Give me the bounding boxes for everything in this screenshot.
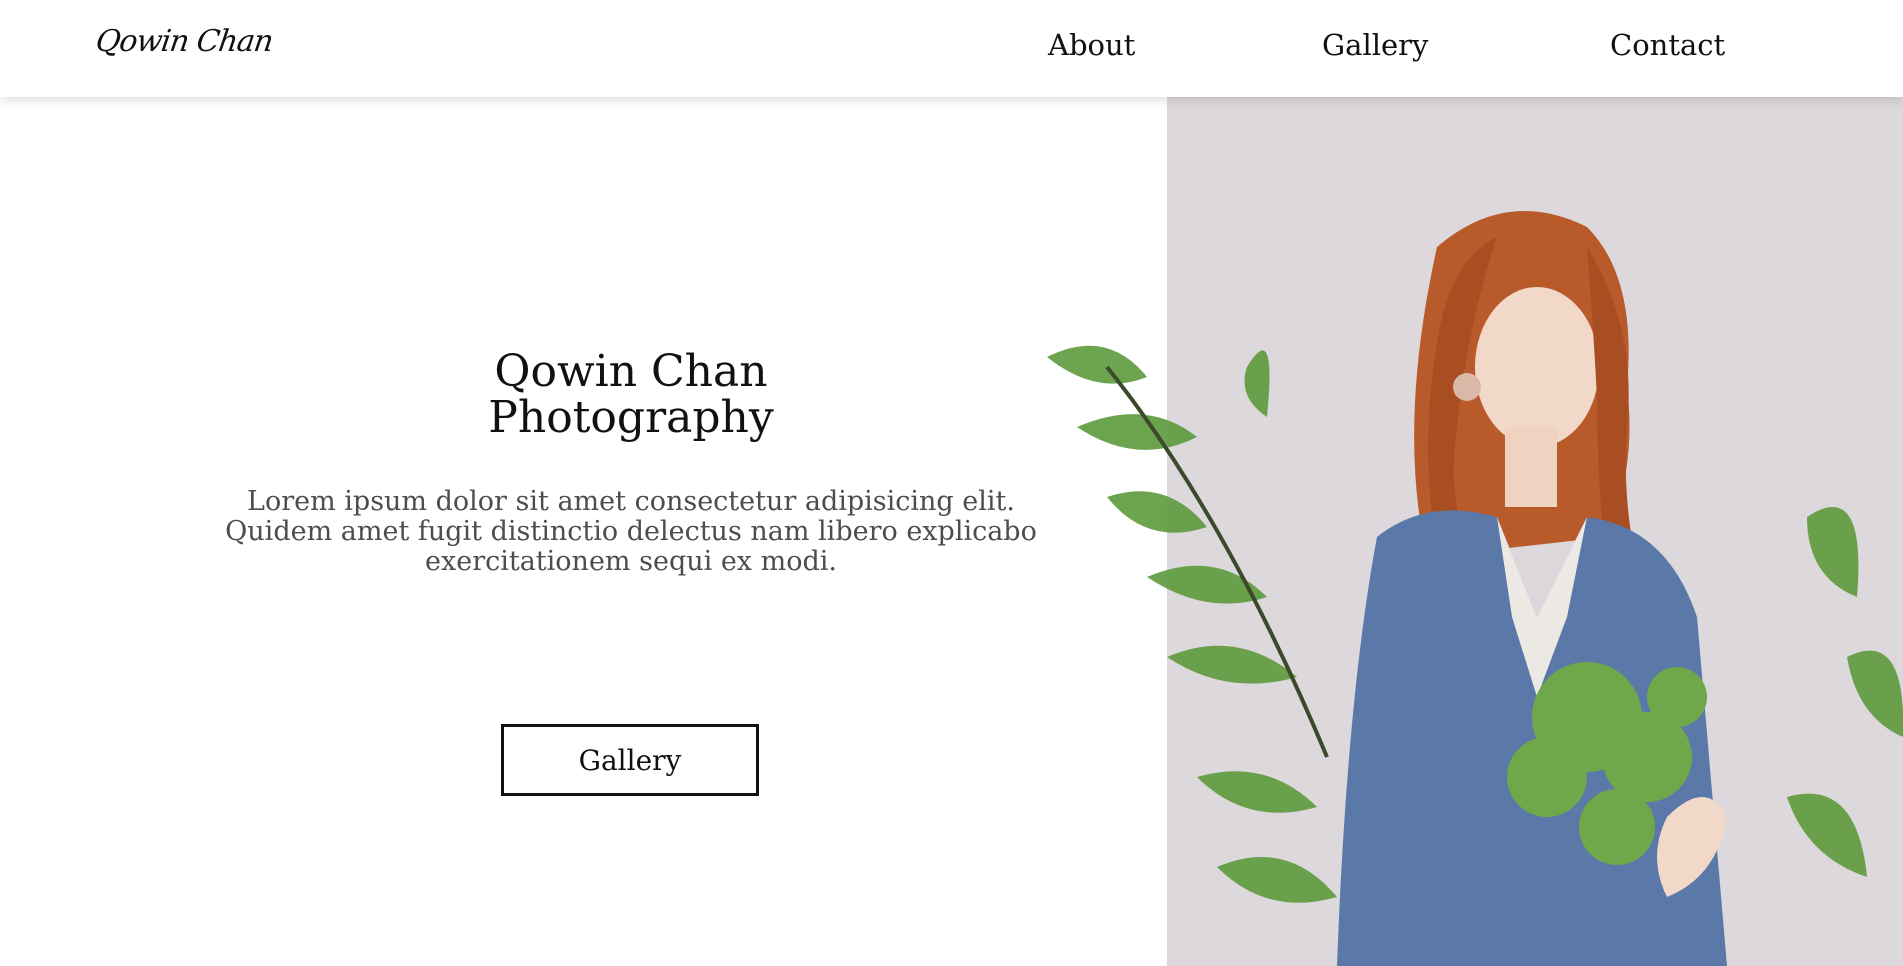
nav-contact-link[interactable]: Contact [1610, 28, 1725, 62]
top-navbar: Qowin Chan About Gallery Contact [0, 0, 1903, 97]
gallery-button[interactable]: Gallery [501, 724, 759, 796]
site-logo[interactable]: Qowin Chan [94, 24, 275, 59]
hero-photo [1047, 97, 1903, 966]
hero-title-line2: Photography [488, 392, 774, 443]
nav-about-link[interactable]: About [1048, 28, 1135, 62]
portrait-photo-illustration [1047, 97, 1903, 966]
hero-section: Qowin Chan Photography Lorem ipsum dolor… [0, 97, 1167, 966]
hero-description: Lorem ipsum dolor sit amet consectetur a… [225, 486, 1037, 577]
nav-gallery-link[interactable]: Gallery [1322, 28, 1428, 62]
